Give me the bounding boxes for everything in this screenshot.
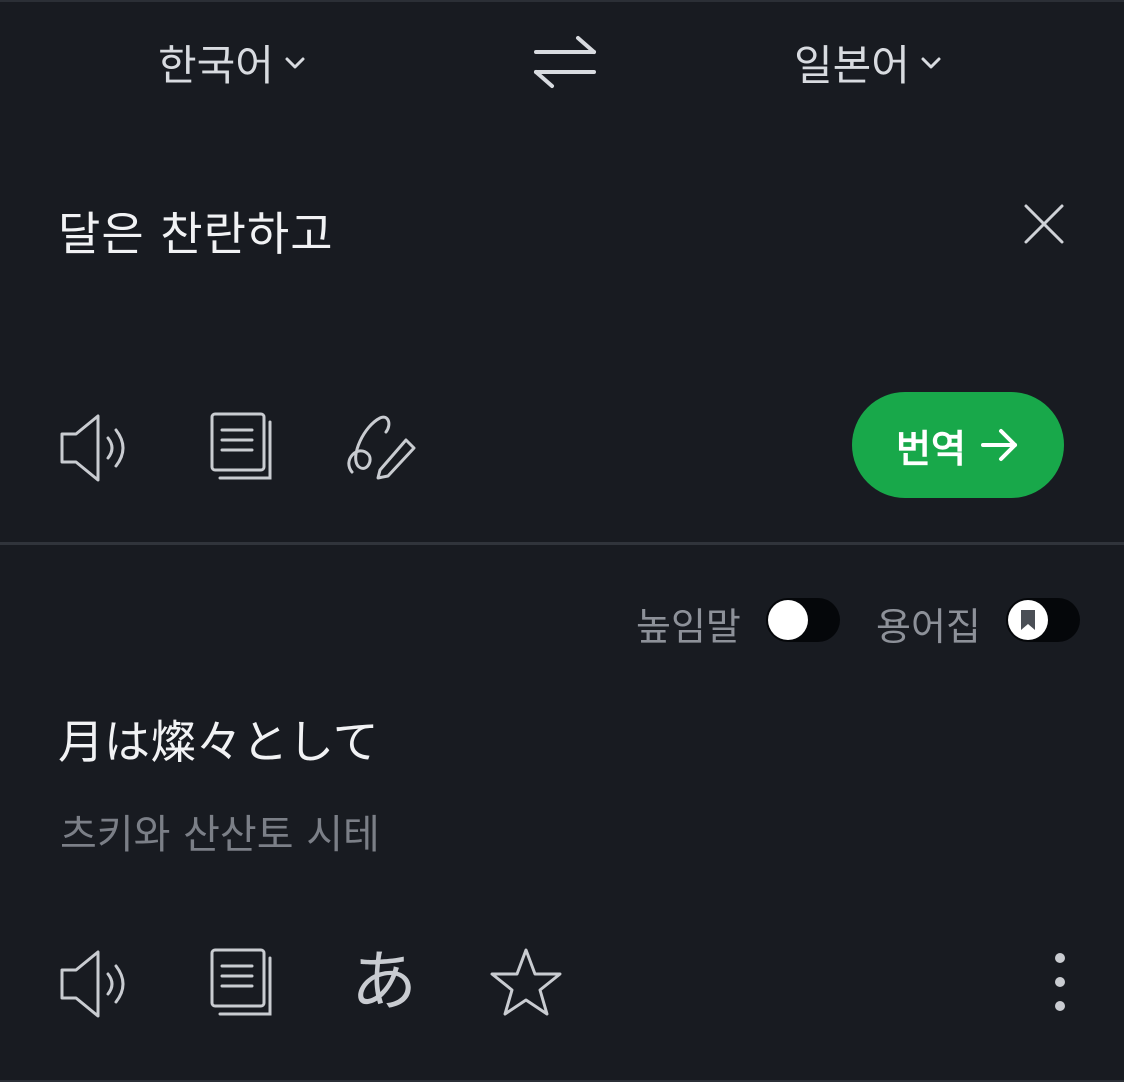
translate-button[interactable]: 번역 bbox=[852, 392, 1064, 498]
speaker-icon bbox=[60, 950, 125, 1018]
section-divider bbox=[0, 542, 1124, 545]
copy-icon bbox=[210, 948, 272, 1016]
copy-icon bbox=[210, 412, 272, 480]
source-text-input[interactable]: 달은 찬란하고 bbox=[58, 198, 334, 264]
source-speak-button[interactable] bbox=[58, 410, 134, 486]
more-vertical-icon bbox=[1055, 953, 1065, 1011]
swap-languages-button[interactable] bbox=[530, 34, 600, 90]
target-language-selector[interactable]: 일본어 bbox=[794, 32, 942, 93]
swap-icon bbox=[534, 36, 596, 88]
handwriting-button[interactable] bbox=[344, 410, 420, 486]
result-speak-button[interactable] bbox=[58, 946, 134, 1022]
result-copy-button[interactable] bbox=[208, 946, 284, 1022]
glossary-toggle[interactable] bbox=[1006, 598, 1080, 642]
speaker-icon bbox=[60, 414, 125, 482]
clear-input-button[interactable] bbox=[1022, 202, 1066, 246]
close-icon bbox=[1024, 204, 1064, 244]
glossary-label: 용어집 bbox=[876, 605, 981, 649]
handwriting-icon bbox=[347, 415, 416, 480]
source-language-label: 한국어 bbox=[158, 41, 274, 90]
kana-icon: あ bbox=[351, 943, 417, 1020]
more-options-button[interactable] bbox=[1040, 946, 1080, 1022]
translator-screen: 한국어 일본어 달은 찬란하고 번역 높임말 용어집 月は燦々として 츠키와 산… bbox=[0, 0, 1124, 1082]
arrow-right-icon bbox=[980, 429, 1017, 461]
favorite-button[interactable] bbox=[490, 946, 566, 1022]
kana-reading-button[interactable]: あ bbox=[346, 942, 422, 1022]
honorific-toggle[interactable] bbox=[766, 598, 840, 642]
translation-result: 月は燦々として bbox=[58, 715, 379, 769]
chevron-down-icon bbox=[284, 56, 306, 70]
language-bar: 한국어 일본어 bbox=[0, 22, 1124, 102]
honorific-label: 높임말 bbox=[636, 605, 741, 649]
star-icon bbox=[490, 948, 562, 1016]
source-language-selector[interactable]: 한국어 bbox=[158, 32, 306, 93]
source-copy-button[interactable] bbox=[208, 410, 284, 486]
chevron-down-icon bbox=[920, 56, 942, 70]
glossary-toggle-knob bbox=[1008, 600, 1048, 640]
bookmark-icon bbox=[1021, 610, 1035, 630]
target-language-label: 일본어 bbox=[794, 41, 910, 90]
translate-button-label: 번역 bbox=[896, 426, 966, 471]
pronunciation-text: 츠키와 산산토 시테 bbox=[60, 812, 380, 858]
honorific-toggle-knob bbox=[768, 600, 808, 640]
